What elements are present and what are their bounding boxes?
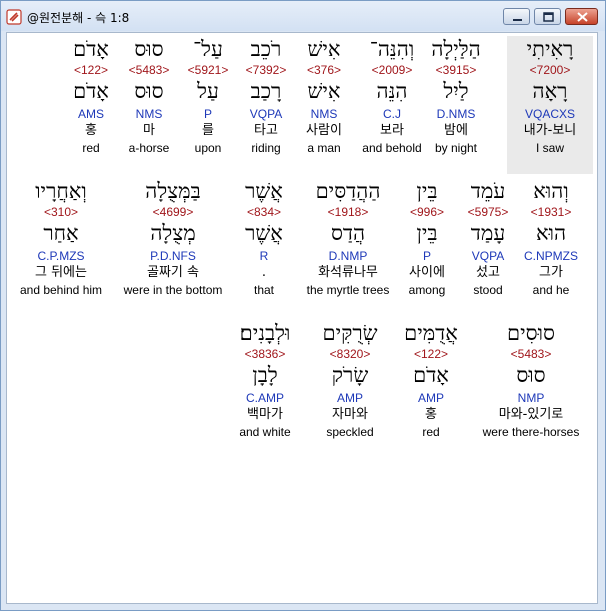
parsing-code: C.AMP	[245, 391, 284, 405]
word-cell[interactable]: בַּמְּצֻלָה <4699> מְצֻלָה P.D.NFS 골짜기 속…	[111, 178, 235, 298]
strong-number: <4699>	[152, 205, 194, 219]
lemma: לָבָן	[252, 363, 278, 387]
parsing-code: AMP	[336, 391, 363, 405]
word-cell[interactable]: אָדֹם <122> אָדֹם AMS 홍 red	[48, 36, 134, 156]
korean-gloss: 그 뒤에는	[35, 265, 87, 280]
lemma: שָׂרֹק	[331, 363, 369, 387]
parsing-code: AMS	[77, 107, 104, 121]
lemma: אָדֹם	[73, 79, 109, 103]
title-bar[interactable]: @원전분해 - 슥 1:8	[1, 1, 605, 31]
hebrew-word: סוּסִים	[507, 321, 555, 345]
lemma: רָאָה	[532, 79, 568, 103]
english-gloss: red	[82, 141, 100, 155]
parsing-code: P.D.NFS	[150, 249, 196, 263]
lemma: אַחַר	[43, 221, 79, 245]
hebrew-word: אֲדֻמִּים	[404, 321, 458, 345]
english-gloss: were in the bottom	[123, 283, 223, 297]
lemma: הֲדַס	[330, 221, 366, 245]
minimize-button[interactable]	[503, 8, 530, 25]
minimize-icon	[513, 19, 522, 21]
strong-number: <122>	[413, 347, 449, 361]
hebrew-word: בַּמְּצֻלָה	[145, 179, 201, 203]
hebrew-word: הַהֲדַסִּים	[315, 179, 381, 203]
word-cell[interactable]: הַהֲדַסִּים <1918> הֲדַס D.NMP 화석류나무 the…	[293, 178, 403, 298]
app-window: @원전분해 - 슥 1:8 רָאִיתִי <7200> רָאָה VQAC…	[0, 0, 606, 611]
strong-number: <1918>	[327, 205, 369, 219]
word-cell[interactable]: אֲדֻמִּים <122> אָדֹם AMP 홍 red	[388, 320, 474, 440]
strong-number: <310>	[43, 205, 79, 219]
lemma: סוּס	[516, 363, 546, 387]
english-gloss: and behind him	[19, 283, 103, 297]
parsing-code: D.NMP	[328, 249, 368, 263]
korean-gloss: 백마가	[247, 407, 283, 422]
maximize-button[interactable]	[534, 8, 561, 25]
strong-number: <5483>	[510, 347, 552, 361]
hebrew-word: שְׂרֻקִּים	[322, 321, 378, 345]
hebrew-word: וְאַחֲרָיו	[35, 179, 87, 203]
korean-gloss: 내가-보니	[523, 123, 577, 138]
maximize-icon	[543, 12, 554, 22]
lemma: אָדֹם	[413, 363, 449, 387]
english-gloss: the myrtle trees	[306, 283, 390, 297]
lemma: מְצֻלָה	[150, 221, 196, 245]
english-gloss: I saw	[535, 141, 564, 155]
hebrew-word: רָאִיתִי	[526, 37, 574, 61]
strong-number: <7200>	[529, 63, 571, 77]
parsing-code: AMP	[417, 391, 444, 405]
korean-gloss: 마와-있기로	[498, 407, 564, 422]
korean-gloss: 골짜기 속	[147, 265, 199, 280]
analysis-panel[interactable]: רָאִיתִי <7200> רָאָה VQACXS 내가-보니 I saw…	[6, 32, 598, 604]
app-icon[interactable]	[6, 9, 22, 25]
word-cell[interactable]: וּלְבָנִים׃ <3836> לָבָן C.AMP 백마가 and w…	[222, 320, 308, 440]
window-title: @원전분해 - 슥 1:8	[27, 11, 130, 25]
word-cell[interactable]: סוּסִים <5483> סוּס NMP 마와-있기로 were ther…	[473, 320, 589, 440]
english-gloss: speckled	[326, 425, 374, 439]
hebrew-word: וּלְבָנִים׃	[239, 321, 291, 345]
parsing-code: NMP	[517, 391, 545, 405]
korean-gloss: 홍	[85, 123, 97, 138]
strong-number: <3836>	[244, 347, 286, 361]
word-cell[interactable]: רָאִיתִי <7200> רָאָה VQACXS 내가-보니 I saw	[507, 36, 593, 174]
parsing-code: VQACXS	[524, 107, 575, 121]
english-gloss: were there-horses	[482, 425, 580, 439]
parsing-code: C.P.MZS	[37, 249, 85, 263]
strong-number: <122>	[73, 63, 109, 77]
english-gloss: red	[422, 425, 440, 439]
korean-gloss: 홍	[425, 407, 437, 422]
hebrew-word: אָדֹם	[73, 37, 109, 61]
korean-gloss: 자마와	[332, 407, 368, 422]
word-cell[interactable]: וְאַחֲרָיו <310> אַחַר C.P.MZS 그 뒤에는 and…	[13, 178, 109, 298]
close-icon	[577, 12, 588, 22]
strong-number: <8320>	[329, 347, 371, 361]
close-button[interactable]	[565, 8, 598, 25]
word-cell[interactable]: שְׂרֻקִּים <8320> שָׂרֹק AMP 자마와 speckle…	[307, 320, 393, 440]
korean-gloss: 화석류나무	[318, 265, 378, 280]
english-gloss: and white	[239, 425, 291, 439]
